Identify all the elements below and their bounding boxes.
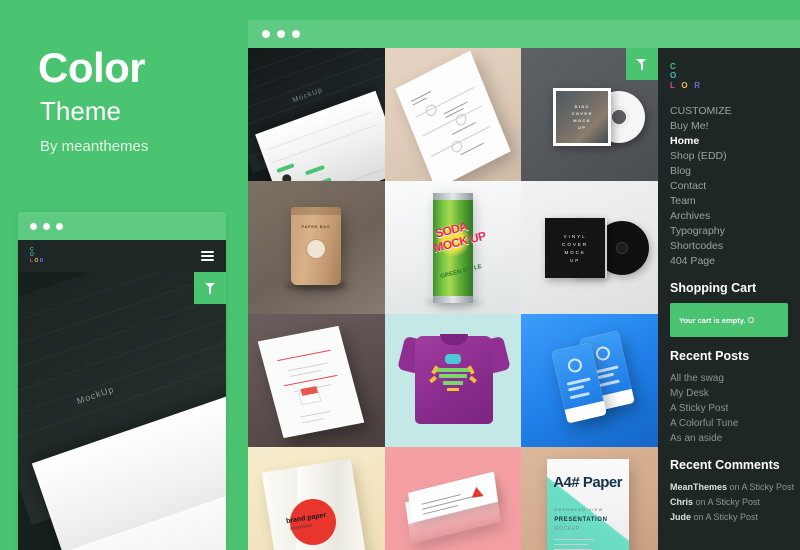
tile-caption-line: MOCKUP: [554, 526, 580, 532]
window-dot-close-icon[interactable]: [262, 30, 270, 38]
list-item[interactable]: A Colorful Tune: [670, 416, 800, 431]
window-dot-maximize-icon[interactable]: [56, 222, 63, 230]
tile-caption-line: MOCK: [564, 249, 586, 255]
mobile-logo[interactable]: C O LOR: [30, 247, 45, 265]
tile-caption-line: DISC: [574, 104, 590, 109]
tile-caption: PAPER BAG: [301, 224, 331, 229]
nav-item-home[interactable]: Home: [670, 134, 800, 149]
portfolio-grid: MockUp DISC COVER MOCK UP PAPER BAG SODA…: [248, 48, 658, 550]
author-byline: By meanthemes: [40, 138, 149, 155]
portfolio-tile[interactable]: [248, 314, 385, 447]
comment-author[interactable]: MeanThemes: [670, 482, 727, 492]
list-item[interactable]: As an aside: [670, 431, 800, 446]
comment-connector: on: [691, 512, 706, 523]
nav-item-buy-me[interactable]: Buy Me!: [670, 119, 800, 134]
tile-caption-line: UP: [578, 125, 587, 130]
portfolio-tile[interactable]: brand paper presentation mockup: [248, 447, 385, 550]
list-item: Chris on A Sticky Post: [670, 495, 800, 510]
portfolio-tile[interactable]: [384, 314, 522, 447]
recent-comments-list: MeanThemes on A Sticky Post Chris on A S…: [670, 480, 800, 525]
tile-caption-line: COVER: [562, 241, 589, 247]
filter-button[interactable]: [625, 48, 658, 80]
tile-caption-line: UP: [570, 257, 581, 263]
nav-item-typography[interactable]: Typography: [670, 224, 800, 239]
comment-post[interactable]: A Sticky Post: [742, 482, 795, 492]
portfolio-tile[interactable]: [521, 314, 658, 447]
portfolio-tile[interactable]: [384, 48, 522, 181]
filter-icon: [636, 58, 647, 70]
comment-post[interactable]: A Sticky Post: [706, 512, 759, 522]
nav-item-shop-edd[interactable]: Shop (EDD): [670, 149, 800, 164]
portfolio-tile[interactable]: A4# Paper OVERHEAD VIEW PRESENTATION MOC…: [521, 447, 658, 550]
logo-letter-r: R: [694, 80, 703, 90]
logo-letter-o1: O: [670, 71, 679, 81]
logo-letter-o2: O: [681, 80, 690, 90]
nav-item-customize[interactable]: CUSTOMIZE: [670, 104, 800, 119]
mobile-filter-button[interactable]: [194, 272, 226, 304]
window-dot-minimize-icon[interactable]: [277, 30, 285, 38]
nav-item-shortcodes[interactable]: Shortcodes: [670, 239, 800, 254]
portfolio-tile[interactable]: SODA MOCK UP GREEN STYLE: [384, 181, 522, 314]
cart-empty-notice: Your cart is empty.: [670, 303, 788, 338]
filter-icon: [204, 282, 216, 294]
site-logo[interactable]: C O L O R: [670, 62, 800, 90]
page-subtitle: Theme: [40, 96, 121, 126]
logo-letter-c: C: [670, 62, 678, 71]
portfolio-tile[interactable]: [384, 447, 522, 550]
page-root: Color Theme By meanthemes C O LOR MockUp…: [0, 0, 800, 550]
smiley-icon: [748, 317, 755, 324]
comment-author[interactable]: Jude: [670, 512, 691, 522]
comment-post[interactable]: A Sticky Post: [708, 497, 761, 507]
portfolio-tile[interactable]: MockUp: [248, 48, 385, 181]
window-dot-close-icon[interactable]: [30, 222, 37, 230]
mobile-preview-body: C O LOR MockUp: [18, 240, 226, 550]
nav-item-404-page[interactable]: 404 Page: [670, 254, 800, 269]
comment-author[interactable]: Chris: [670, 497, 693, 507]
window-dot-maximize-icon[interactable]: [292, 30, 300, 38]
tile-caption-line: MOCK: [573, 118, 592, 123]
window-dot-minimize-icon[interactable]: [43, 222, 50, 230]
recent-posts-title: Recent Posts: [670, 349, 750, 364]
tile-caption: A4# Paper: [553, 474, 623, 491]
site-sidebar: C O L O R CUSTOMIZE Buy Me! Home Shop (E…: [658, 48, 800, 550]
comment-connector: on: [727, 482, 742, 493]
list-item: MeanThemes on A Sticky Post: [670, 480, 800, 495]
mobile-topbar: C O LOR: [18, 240, 226, 272]
portfolio-tile[interactable]: PAPER BAG: [248, 181, 385, 314]
nav-item-blog[interactable]: Blog: [670, 164, 800, 179]
nav-item-contact[interactable]: Contact: [670, 179, 800, 194]
hamburger-menu-icon[interactable]: [201, 251, 214, 261]
logo-letter-l: L: [670, 80, 677, 90]
site-body: MockUp DISC COVER MOCK UP PAPER BAG SODA…: [248, 48, 800, 550]
mobile-window-titlebar: [18, 212, 226, 240]
portfolio-tile[interactable]: VINYL COVER MOCK UP: [521, 181, 658, 314]
list-item[interactable]: A Sticky Post: [670, 401, 800, 416]
comment-connector: on: [693, 497, 708, 508]
portfolio-tile[interactable]: DISC COVER MOCK UP: [521, 48, 658, 181]
mobile-hero-image: MockUp: [18, 272, 226, 550]
tile-caption-line: PRESENTATION: [554, 517, 608, 523]
tile-caption-line: VINYL: [563, 233, 587, 239]
recent-posts-list: All the swag My Desk A Sticky Post A Col…: [670, 371, 800, 446]
window-titlebar: [248, 20, 800, 48]
recent-comments-title: Recent Comments: [670, 458, 780, 473]
list-item[interactable]: My Desk: [670, 386, 800, 401]
list-item: Jude on A Sticky Post: [670, 510, 800, 525]
nav-item-archives[interactable]: Archives: [670, 209, 800, 224]
cart-empty-message: Your cart is empty.: [679, 315, 746, 325]
main-nav: CUSTOMIZE Buy Me! Home Shop (EDD) Blog C…: [670, 104, 800, 269]
shopping-cart-title: Shopping Cart: [670, 281, 757, 296]
nav-item-team[interactable]: Team: [670, 194, 800, 209]
browser-window: MockUp DISC COVER MOCK UP PAPER BAG SODA…: [248, 20, 800, 550]
page-title: Color: [38, 44, 146, 91]
tile-caption-line: OVERHEAD VIEW: [554, 507, 604, 512]
list-item[interactable]: All the swag: [670, 371, 800, 386]
mobile-preview-window: C O LOR MockUp: [18, 212, 226, 550]
tile-caption-line: COVER: [571, 111, 593, 116]
